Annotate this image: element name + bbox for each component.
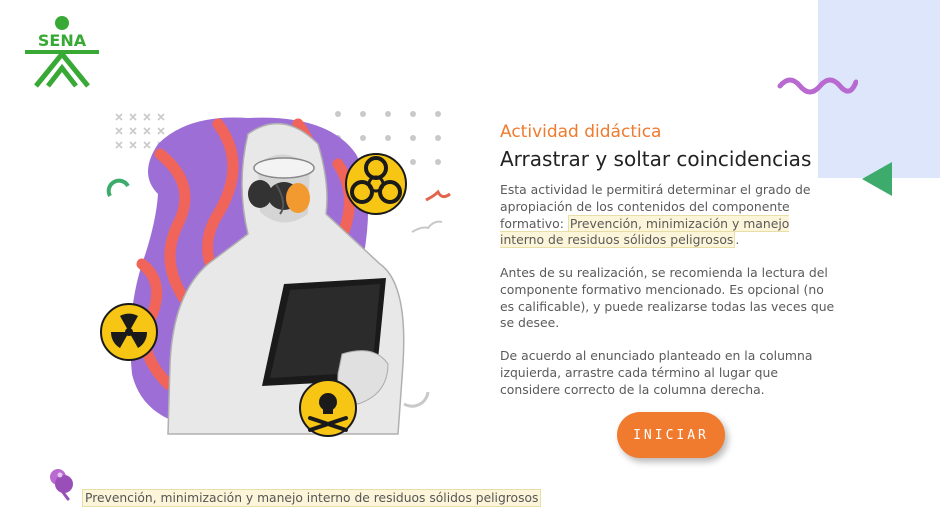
triangle-decoration	[862, 162, 892, 196]
x-grid-decoration	[115, 113, 165, 149]
svg-text:SENA: SENA	[38, 31, 87, 50]
wave-decoration	[777, 77, 858, 95]
start-button[interactable]: INICIAR	[617, 412, 725, 458]
toxic-skull-icon	[299, 379, 357, 437]
recommendation-paragraph: Antes de su realización, se recomienda l…	[500, 265, 835, 331]
radiation-icon	[100, 303, 158, 361]
sena-logo: SENA	[25, 16, 99, 88]
activity-title: Arrastrar y soltar coincidencias	[500, 147, 812, 171]
biohazard-icon	[345, 153, 407, 215]
instructions-paragraph: De acuerdo al enunciado planteado en la …	[500, 348, 813, 397]
activity-type-label: Actividad didáctica	[500, 122, 662, 142]
intro-paragraph: Esta actividad le permitirá determinar e…	[500, 182, 835, 249]
hero-illustration	[100, 111, 451, 437]
intro-end: .	[735, 232, 740, 248]
pin-icon	[50, 469, 73, 501]
footer-component-label: Prevención, minimización y manejo intern…	[82, 489, 542, 507]
